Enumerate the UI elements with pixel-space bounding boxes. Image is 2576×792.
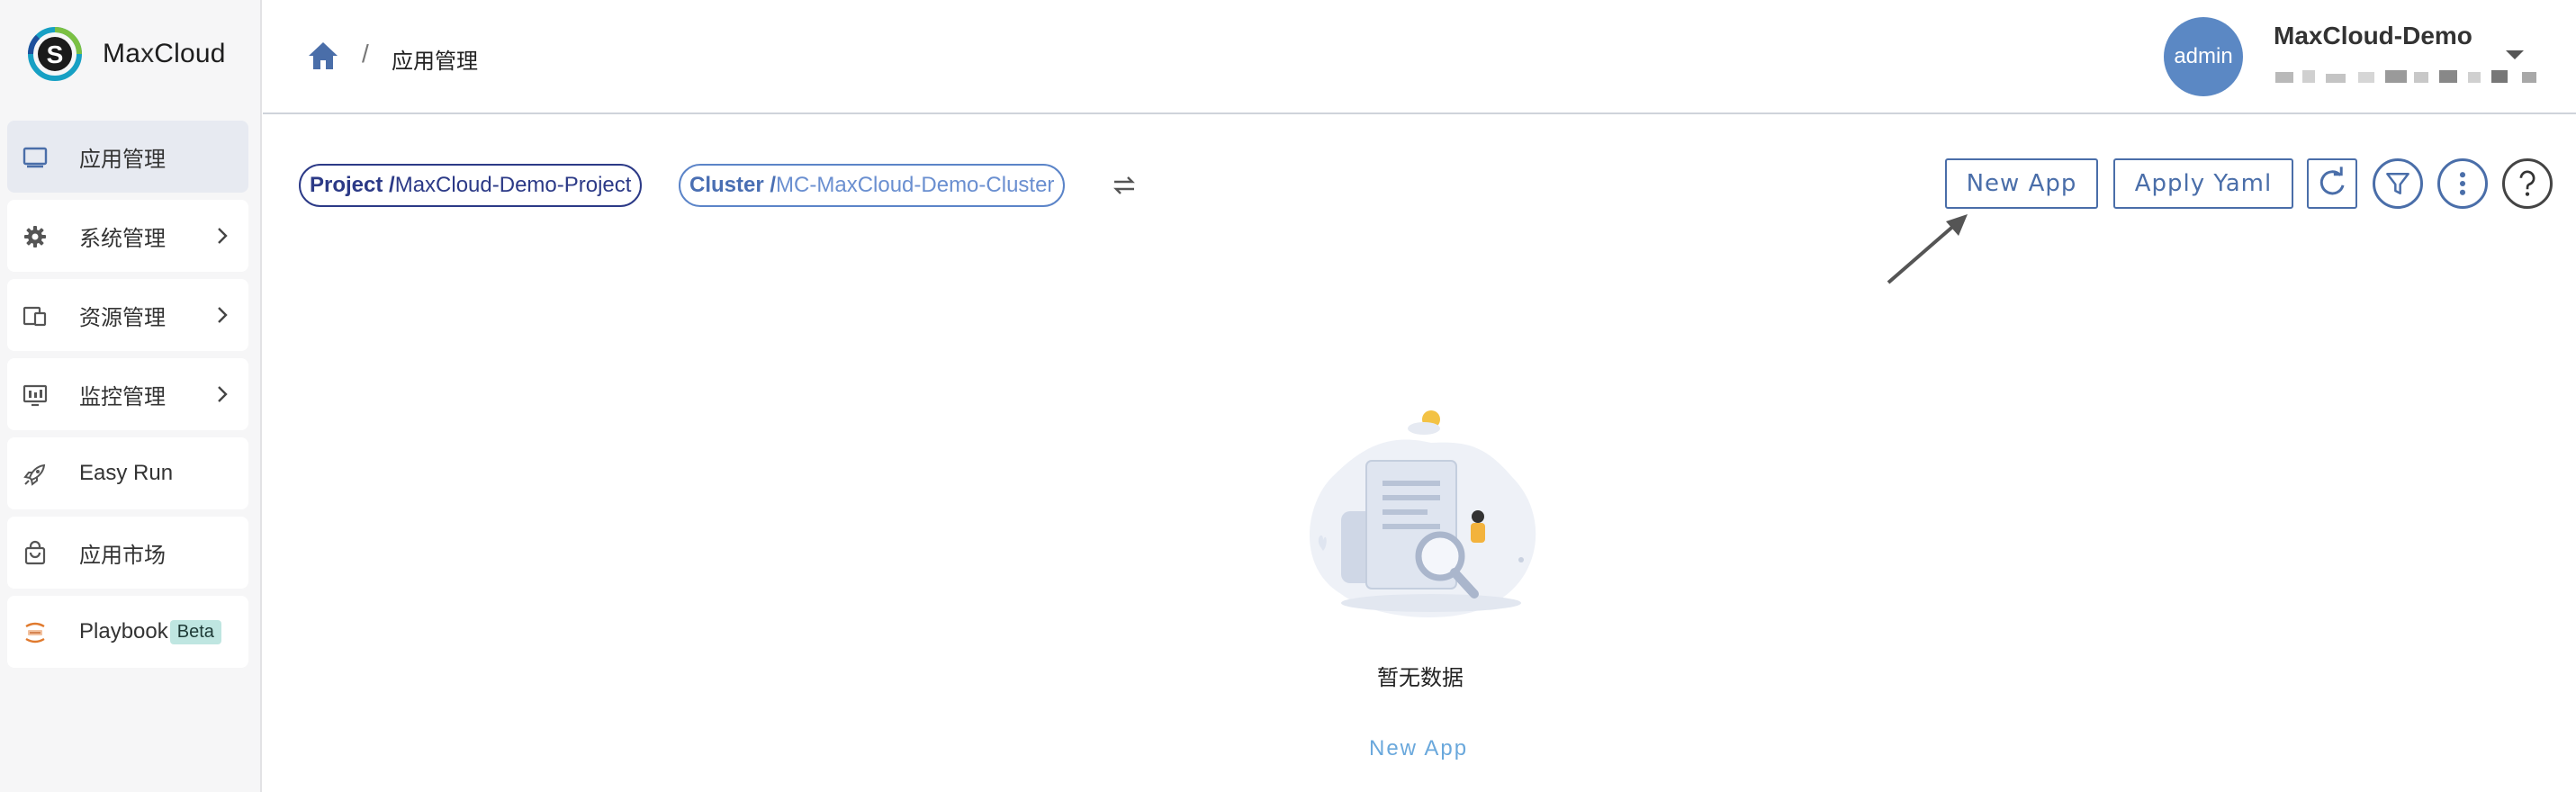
sidebar-item-app-management[interactable]: 应用管理 — [7, 121, 248, 193]
sidebar-item-label: 资源管理 — [79, 305, 166, 330]
svg-text:S: S — [47, 40, 64, 68]
apply-yaml-button[interactable]: Apply Yaml — [2113, 158, 2293, 209]
top-header: / 应用管理 admin MaxCloud-Demo — [263, 0, 2576, 114]
new-app-button[interactable]: New App — [1945, 158, 2098, 209]
project-selector[interactable]: Project / MaxCloud-Demo-Project — [299, 164, 643, 207]
brand-name: MaxCloud — [103, 39, 226, 68]
swap-arrows-icon[interactable] — [1111, 173, 1138, 198]
sidebar-nav: 应用管理 系统管理 资源管理 监控管理 Easy Run 应用市场 Playbo… — [7, 121, 248, 675]
home-icon[interactable] — [306, 40, 340, 72]
sidebar-item-app-market[interactable]: 应用市场 — [7, 517, 248, 589]
chevron-right-icon — [218, 307, 228, 323]
brand-logo[interactable]: S MaxCloud — [27, 25, 226, 83]
sidebar-item-label: 系统管理 — [79, 226, 166, 251]
monitor-chart-icon — [23, 384, 48, 407]
refresh-icon[interactable] — [2307, 158, 2357, 209]
rocket-icon — [23, 464, 46, 486]
filter-icon[interactable] — [2373, 158, 2423, 209]
empty-state-new-app-link[interactable]: New App — [1369, 736, 1468, 761]
sidebar-item-resource-management[interactable]: 资源管理 — [7, 279, 248, 351]
sidebar: S MaxCloud 应用管理 系统管理 资源管理 监控管理 Easy Run … — [0, 0, 262, 792]
gear-icon — [24, 226, 46, 248]
avatar[interactable]: admin — [2164, 17, 2243, 96]
redacted-email — [2275, 70, 2536, 83]
sidebar-item-monitoring-management[interactable]: 监控管理 — [7, 358, 248, 430]
user-menu-caret-icon[interactable] — [2506, 50, 2524, 59]
beta-badge: Beta — [169, 620, 221, 645]
annotation-arrow — [1887, 214, 1968, 284]
sidebar-item-label: 应用管理 — [79, 147, 166, 172]
sidebar-item-easy-run[interactable]: Easy Run — [7, 437, 248, 509]
user-name[interactable]: MaxCloud-Demo — [2274, 22, 2472, 50]
more-vertical-icon[interactable] — [2437, 158, 2488, 209]
sidebar-item-playbook[interactable]: Playbook Beta — [7, 596, 248, 668]
shopping-bag-icon — [24, 540, 46, 565]
app-root: S MaxCloud 应用管理 系统管理 资源管理 监控管理 Easy Run … — [0, 0, 2576, 792]
sidebar-item-label: Easy Run — [79, 461, 174, 485]
chevron-right-icon — [218, 228, 228, 244]
breadcrumb-current: 应用管理 — [392, 50, 478, 74]
devices-icon — [23, 306, 47, 327]
sidebar-item-system-management[interactable]: 系统管理 — [7, 200, 248, 272]
empty-state-message: 暂无数据 — [1377, 666, 1464, 690]
chevron-right-icon — [218, 386, 228, 402]
cluster-selector[interactable]: Cluster / MC-MaxCloud-Demo-Cluster — [679, 164, 1066, 207]
maxcloud-logo-icon: S — [28, 27, 82, 81]
playbook-icon — [25, 622, 45, 644]
help-icon[interactable] — [2502, 158, 2553, 209]
sidebar-item-label: Playbook Beta — [79, 619, 221, 645]
sidebar-item-label: 监控管理 — [79, 384, 166, 410]
breadcrumb-separator: / — [362, 40, 369, 68]
monitor-icon — [23, 147, 48, 168]
sidebar-item-label: 应用市场 — [79, 543, 166, 568]
empty-search-illustration — [1310, 410, 1536, 618]
